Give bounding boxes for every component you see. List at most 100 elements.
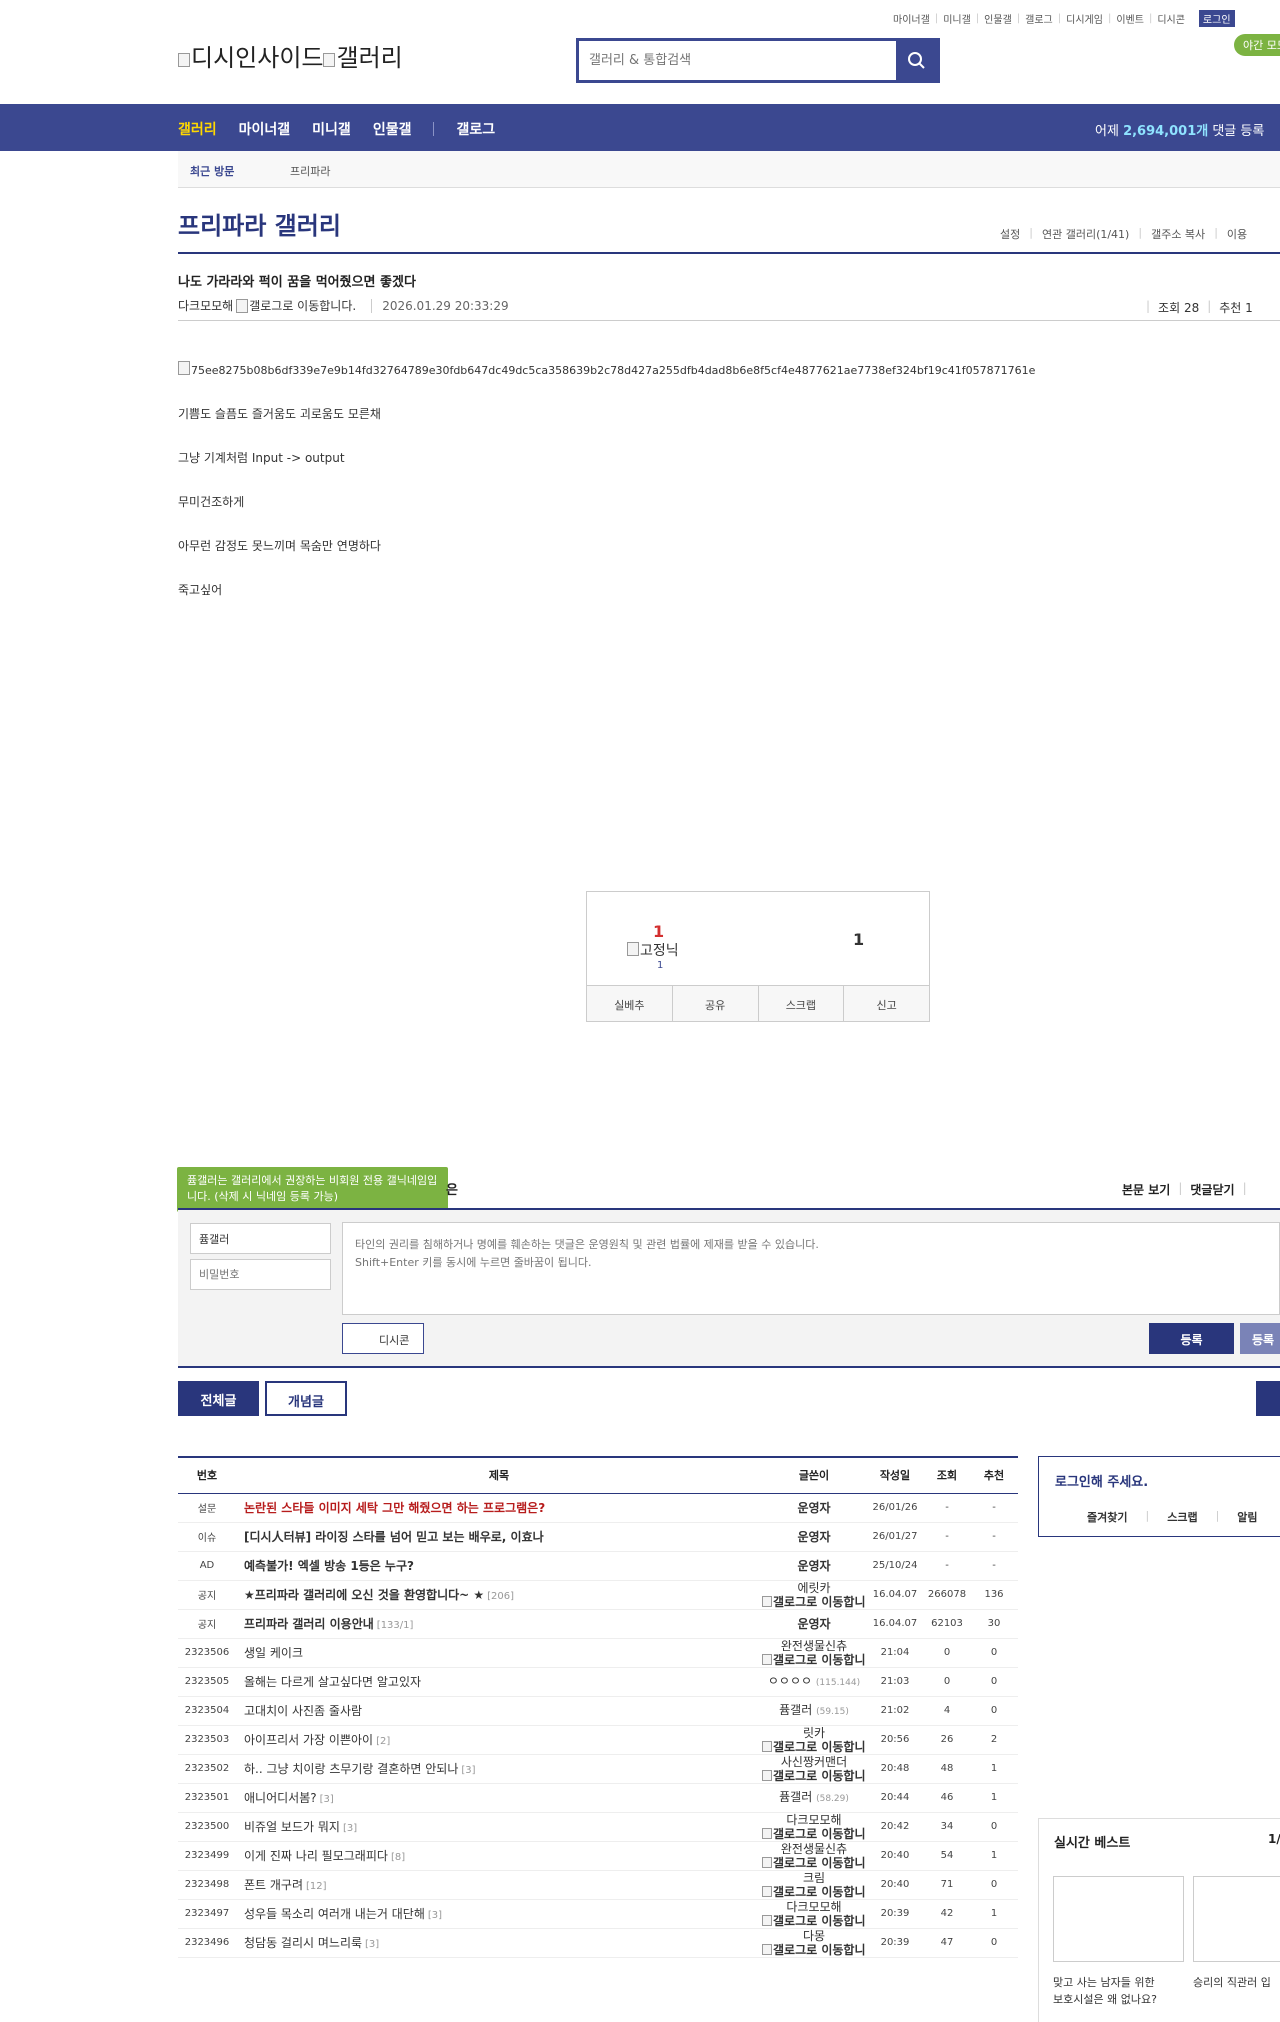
reply-count[interactable]: [2] bbox=[376, 1736, 390, 1747]
reply-count[interactable]: [3] bbox=[343, 1823, 357, 1834]
table-row[interactable]: 2323500비쥬얼 보드가 뭐지[3]다크모모해갤로그로 이동합니다.20:4… bbox=[178, 1812, 1018, 1842]
gallog-icon[interactable] bbox=[762, 1595, 772, 1607]
table-row[interactable]: 2323505 올해는 다르게 살고싶다면 알고있자 ㅇㅇㅇㅇ (115.144) 2… bbox=[178, 1667, 1018, 1697]
post-title-cell[interactable]: 올해는 다르게 살고싶다면 알고있자 bbox=[236, 1667, 762, 1697]
share-button[interactable]: 공유 bbox=[673, 986, 759, 1021]
table-row[interactable]: 2323506생일 케이크완전생물신츄갤로그로 이동합니다.21:0400 bbox=[178, 1638, 1018, 1668]
author-name[interactable]: 크림 bbox=[762, 1871, 866, 1885]
post-title-link[interactable]: 비쥬얼 보드가 뭐지 bbox=[244, 1820, 340, 1834]
author-name[interactable]: 운영자 bbox=[797, 1501, 830, 1515]
table-row[interactable]: 2323502 하.. 그냥 치이랑 츠무기랑 결혼하면 안되나 [3] 사신짱커맨더… bbox=[178, 1754, 1018, 1784]
author-name[interactable]: 에릿카 bbox=[762, 1581, 866, 1595]
gallog-alt-text[interactable]: 갤로그로 이동합니다. bbox=[773, 1769, 866, 1783]
table-row[interactable]: 공지 프리파라 갤러리 이용안내 [133/1] 운영자 16.04.07 62103 30 bbox=[178, 1609, 1018, 1639]
author-name[interactable]: 다크모모해 bbox=[762, 1900, 866, 1914]
table-row[interactable]: 2323496청담동 걸리시 며느리룩[3]다몽갤로그로 이동합니다.20:39… bbox=[178, 1928, 1018, 1958]
night-mode-toggle[interactable]: 야간 모드 bbox=[1234, 34, 1280, 56]
best-caption[interactable]: 맞고 사는 남자들 위한 보호시설은 왜 없나요? bbox=[1053, 1974, 1157, 2008]
gallog-alt-text[interactable]: 갤로그로 이동합니다. bbox=[249, 297, 356, 314]
gallog-icon[interactable] bbox=[762, 1943, 772, 1955]
search-input[interactable] bbox=[579, 41, 896, 80]
post-title-link[interactable]: ★프리파라 갤러리에 오신 것을 환영합니다~ ★ bbox=[244, 1588, 484, 1602]
gallog-alt-text[interactable]: 갤로그로 이동합니다. bbox=[773, 1740, 866, 1754]
best-caption[interactable]: 승리의 직관러 입 bbox=[1193, 1974, 1271, 1991]
post-title-link[interactable]: 프리파라 갤러리 이용안내 bbox=[244, 1617, 374, 1631]
gallog-alt-text[interactable]: 갤로그로 이동합니다. bbox=[773, 1653, 866, 1667]
util-link-person[interactable]: 인물갤 bbox=[984, 11, 1012, 26]
post-title-cell[interactable]: ★프리파라 갤러리에 오신 것을 환영합니다~ ★ [206] bbox=[236, 1580, 762, 1610]
favorites-link[interactable]: 즐겨찾기 bbox=[1087, 1509, 1127, 1525]
post-author[interactable]: 다크모모해 bbox=[178, 297, 233, 314]
reply-count[interactable]: [3] bbox=[320, 1794, 334, 1805]
table-row[interactable]: 이슈 [디시人터뷰] 라이징 스타를 넘어 믿고 보는 배우로, 이효나 운영자 26… bbox=[178, 1522, 1018, 1552]
table-row[interactable]: 2323504 고대치이 사진좀 줄사람 퓸갤러 (59.15) 21:02 4 0 bbox=[178, 1696, 1018, 1726]
comment-submit-recommend-button[interactable]: 등록 bbox=[1240, 1323, 1280, 1354]
related-gallery-link[interactable]: 연관 갤러리(1/41) bbox=[1042, 226, 1129, 242]
notification-link[interactable]: 알림 bbox=[1237, 1509, 1257, 1525]
util-link-dccon[interactable]: 디시콘 bbox=[1157, 11, 1185, 26]
post-title-cell[interactable]: 폰트 개구려 [12] bbox=[236, 1870, 762, 1900]
usage-link[interactable]: 이용 bbox=[1227, 226, 1247, 242]
nav-item-minor[interactable]: 마이너갤 bbox=[239, 119, 291, 139]
nickname-input[interactable] bbox=[190, 1223, 331, 1254]
gallog-alt-text[interactable]: 갤로그로 이동합니다. bbox=[773, 1856, 866, 1870]
post-title-cell[interactable]: 예측불가! 엑셀 방송 1등은 누구? bbox=[236, 1551, 762, 1581]
author-name[interactable]: 완전생물신츄 bbox=[762, 1639, 866, 1653]
reply-count[interactable]: [206] bbox=[487, 1591, 514, 1602]
comment-submit-button[interactable]: 등록 bbox=[1149, 1323, 1234, 1354]
gallog-alt-text[interactable]: 갤로그로 이동합니다. bbox=[773, 1943, 866, 1957]
password-input[interactable] bbox=[190, 1259, 331, 1290]
table-row[interactable]: 설문 논란된 스타들 이미지 세탁 그만 해줬으면 하는 프로그램은? 운영자 26/… bbox=[178, 1493, 1018, 1523]
post-title-cell[interactable]: 성우들 목소리 여러개 내는거 대단해 [3] bbox=[236, 1899, 762, 1929]
util-link-mini[interactable]: 미니갤 bbox=[943, 11, 971, 26]
post-title-link[interactable]: 애니어디서봄? bbox=[244, 1791, 317, 1805]
post-title-link[interactable]: 하.. 그냥 치이랑 츠무기랑 결혼하면 안되나 bbox=[244, 1762, 458, 1776]
util-link-minor[interactable]: 마이너갤 bbox=[893, 11, 930, 26]
reply-count[interactable]: [3] bbox=[428, 1910, 442, 1921]
report-button[interactable]: 신고 bbox=[844, 986, 929, 1021]
util-link-game[interactable]: 디시게임 bbox=[1066, 11, 1103, 26]
post-title-link[interactable]: 아이프리서 가장 이쁜아이 bbox=[244, 1733, 373, 1747]
util-link-gallog[interactable]: 갤로그 bbox=[1025, 11, 1053, 26]
tab-all-posts[interactable]: 전체글 bbox=[178, 1381, 259, 1416]
post-title-link[interactable]: 논란된 스타들 이미지 세탁 그만 해줬으면 하는 프로그램은? bbox=[244, 1501, 545, 1515]
post-title-cell[interactable]: 비쥬얼 보드가 뭐지 [3] bbox=[236, 1812, 762, 1842]
table-row[interactable]: 2323497 성우들 목소리 여러개 내는거 대단해 [3] 다크모모해 갤로그로 이… bbox=[178, 1899, 1018, 1929]
close-comments-link[interactable]: 댓글닫기 bbox=[1190, 1181, 1234, 1198]
gallog-icon[interactable] bbox=[762, 1827, 772, 1839]
post-title-cell[interactable]: 애니어디서봄? [3] bbox=[236, 1783, 762, 1813]
login-prompt[interactable]: 로그인해 주세요. bbox=[1055, 1471, 1148, 1490]
author-name[interactable]: 퓸갤러 bbox=[779, 1703, 812, 1717]
post-title-cell[interactable]: 프리파라 갤러리 이용안내 [133/1] bbox=[236, 1609, 762, 1639]
recent-visit-item[interactable]: 프리파라 bbox=[290, 163, 330, 179]
nav-item-person[interactable]: 인물갤 bbox=[373, 119, 412, 139]
author-name[interactable]: 다몽 bbox=[762, 1929, 866, 1943]
nav-item-gallog[interactable]: 갤로그 bbox=[456, 119, 495, 139]
post-title-link[interactable]: 올해는 다르게 살고싶다면 알고있자 bbox=[244, 1675, 421, 1689]
reply-count[interactable]: [3] bbox=[365, 1939, 379, 1950]
post-title-cell[interactable]: 청담동 걸리시 며느리룩 [3] bbox=[236, 1928, 762, 1958]
post-title-cell[interactable]: 이게 진짜 나리 필모그래피다 [8] bbox=[236, 1841, 762, 1871]
author-name[interactable]: 다크모모해 bbox=[762, 1813, 866, 1827]
copy-url-link[interactable]: 갤주소 복사 bbox=[1151, 226, 1205, 242]
author-name[interactable]: 운영자 bbox=[797, 1530, 830, 1544]
post-title-link[interactable]: 청담동 걸리시 며느리룩 bbox=[244, 1936, 362, 1950]
reply-count[interactable]: [8] bbox=[391, 1852, 405, 1863]
post-title-cell[interactable]: 하.. 그냥 치이랑 츠무기랑 결혼하면 안되나 [3] bbox=[236, 1754, 762, 1784]
gallog-icon[interactable] bbox=[762, 1914, 772, 1926]
post-title-cell[interactable]: 생일 케이크 bbox=[236, 1638, 762, 1668]
post-title-cell[interactable]: 고대치이 사진좀 줄사람 bbox=[236, 1696, 762, 1726]
write-button[interactable] bbox=[1256, 1381, 1280, 1416]
author-name[interactable]: 사신짱커맨더 bbox=[762, 1755, 866, 1769]
table-row[interactable]: 2323501 애니어디서봄? [3] 퓸갤러 (58.29) 20:44 46 1 bbox=[178, 1783, 1018, 1813]
reply-count[interactable]: [3] bbox=[461, 1765, 475, 1776]
post-title-cell[interactable]: [디시人터뷰] 라이징 스타를 넘어 믿고 보는 배우로, 이효나 bbox=[236, 1522, 762, 1552]
post-title-link[interactable]: 예측불가! 엑셀 방송 1등은 누구? bbox=[244, 1559, 414, 1573]
post-title-link[interactable]: 이게 진짜 나리 필모그래피다 bbox=[244, 1849, 388, 1863]
login-button[interactable]: 로그인 bbox=[1198, 10, 1235, 27]
author-name[interactable]: ㅇㅇㅇㅇ bbox=[768, 1674, 812, 1688]
search-button[interactable] bbox=[896, 41, 937, 80]
gallery-settings-link[interactable]: 설정 bbox=[1000, 226, 1020, 242]
best-thumbnail[interactable] bbox=[1053, 1876, 1184, 1962]
post-title-link[interactable]: 폰트 개구려 bbox=[244, 1878, 303, 1892]
